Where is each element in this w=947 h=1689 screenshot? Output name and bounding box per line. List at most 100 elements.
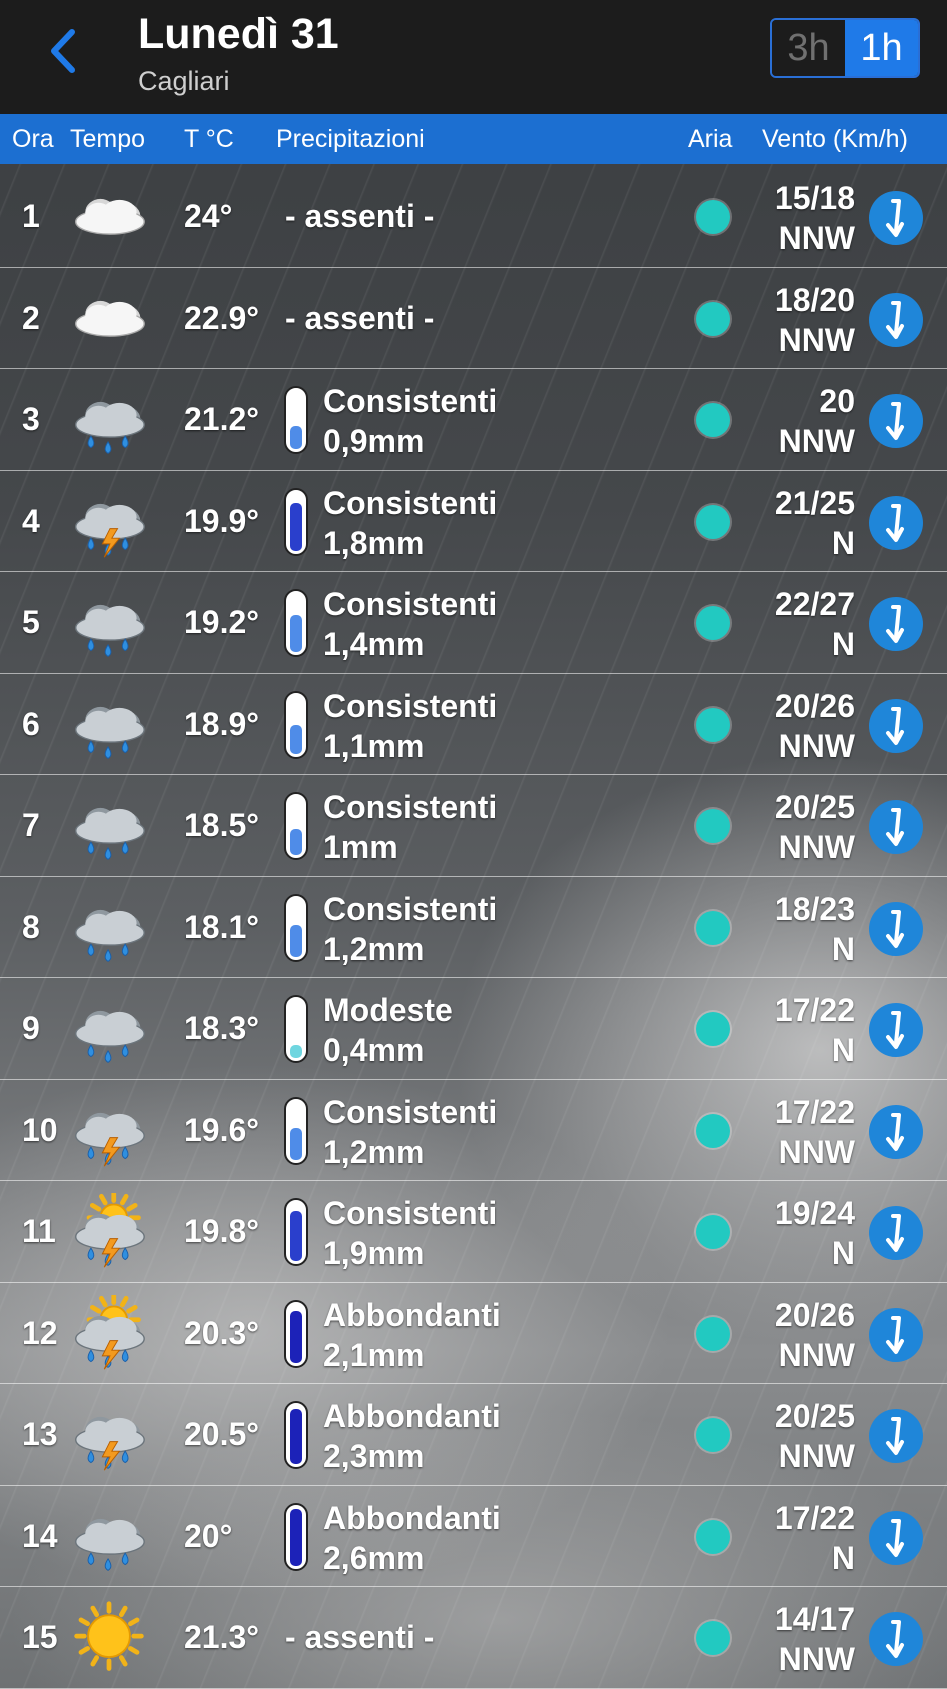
wind-direction-arrow-icon [869, 901, 923, 956]
wind-speed: 21/25 [774, 484, 855, 521]
wind-direction: NNW [778, 321, 855, 358]
temperature: 21.2° [184, 401, 260, 437]
hour-label: 3 [22, 401, 40, 437]
wind-direction: N [831, 930, 855, 967]
hour-row[interactable]: 7 18.5° Consistenti 1mm 20/25 NNW [0, 775, 947, 877]
column-precip: Precipitazioni [276, 125, 425, 153]
temperature: 18.9° [184, 705, 260, 742]
hour-row[interactable]: 12 20.3° Abbondanti 2,1mm 20/26 NNW [0, 1283, 947, 1384]
rain-icon [68, 686, 150, 764]
air-quality-indicator [696, 1621, 730, 1655]
wind-direction-arrow-icon [869, 1003, 923, 1057]
precipitation-gauge-icon [283, 690, 309, 760]
hour-row[interactable]: 8 18.1° Consistenti 1,2mm 18/23 N [0, 877, 947, 978]
wind-direction-arrow-icon [869, 1612, 923, 1666]
hour-row[interactable]: 13 20.5° Abbondanti 2,3mm 20/25 NNW [0, 1384, 947, 1486]
air-quality-indicator [696, 504, 730, 539]
air-quality-indicator [696, 910, 730, 945]
interval-1h-button[interactable]: 1h [845, 20, 918, 76]
wind-direction: NNW [778, 423, 855, 459]
wind-direction-arrow-icon [869, 1104, 923, 1159]
wind-speed: 18/20 [774, 281, 855, 318]
wind-direction-arrow-icon [869, 1409, 923, 1463]
precipitation-amount: 1,2mm [323, 1133, 425, 1170]
precipitation-label: Abbondanti [323, 1296, 501, 1333]
wind-info: 17/22 N [775, 1498, 855, 1578]
precipitation-gauge-icon [283, 1299, 309, 1369]
rain-icon [68, 584, 150, 662]
top-bar: Lunedì 31 Cagliari 3h 1h [0, 0, 947, 114]
interval-3h-button[interactable]: 3h [772, 20, 845, 76]
air-quality-indicator [696, 1316, 730, 1351]
precipitation-gauge-icon [283, 588, 309, 658]
temperature: 22.9° [184, 299, 260, 336]
precipitation-amount: 0,4mm [323, 1032, 425, 1068]
hour-row[interactable]: 6 18.9° Consistenti 1,1mm 20/26 NNW [0, 674, 947, 775]
wind-speed: 20 [819, 383, 855, 419]
wind-direction: N [831, 1032, 855, 1068]
hour-row[interactable]: 11 19.8° Consistenti 1,9mm 19/24 N [0, 1181, 947, 1283]
temperature: 19.9° [184, 502, 260, 539]
air-quality-indicator [696, 200, 730, 234]
wind-direction: NNW [778, 829, 855, 865]
rain-icon [68, 1498, 150, 1576]
precipitation-label: Consistenti [323, 383, 498, 419]
precipitation-label: Consistenti [323, 890, 498, 927]
wind-info: 17/22 N [775, 990, 855, 1070]
hour-row[interactable]: 1 24° - assenti - 15/18 NNW [0, 166, 947, 268]
air-quality-indicator [696, 606, 730, 640]
precipitation-label: Abbondanti [323, 1499, 501, 1536]
hour-label: 4 [22, 502, 40, 539]
precipitation-gauge-icon [283, 1502, 309, 1572]
precipitation-label: Modeste [323, 992, 453, 1028]
precipitation-gauge-icon [283, 791, 309, 861]
hour-label: 11 [22, 1213, 56, 1249]
hour-row[interactable]: 9 18.3° Modeste 0,4mm 17/22 N [0, 978, 947, 1080]
air-quality-indicator [696, 707, 730, 742]
wind-speed: 15/18 [774, 180, 855, 216]
wind-direction: NNW [778, 1133, 855, 1170]
precipitation-label: - assenti - [285, 198, 435, 234]
hour-row[interactable]: 2 22.9° - assenti - 18/20 NNW [0, 268, 947, 369]
air-quality-indicator [696, 301, 730, 336]
wind-direction: N [831, 1539, 855, 1576]
wind-direction: NNW [778, 727, 855, 764]
wind-direction: N [831, 524, 855, 561]
temperature: 19.8° [184, 1213, 260, 1249]
precipitation-label: Consistenti [323, 1093, 498, 1130]
precipitation-amount: 1,4mm [323, 626, 425, 662]
wind-info: 20/26 NNW [775, 1295, 855, 1375]
precipitation-info: Abbondanti 2,6mm [323, 1498, 501, 1578]
hour-row[interactable]: 14 20° Abbondanti 2,6mm 17/22 N [0, 1486, 947, 1587]
wind-info: 14/17 NNW [775, 1599, 855, 1679]
temperature: 19.2° [184, 604, 260, 640]
wind-info: 15/18 NNW [775, 178, 855, 258]
air-quality-indicator [696, 1519, 730, 1554]
sun-thunderstorm-rain-icon [68, 1190, 150, 1271]
wind-direction: NNW [778, 220, 855, 256]
precipitation-info: Consistenti 1,1mm [323, 686, 497, 766]
wind-speed: 14/17 [774, 1601, 855, 1637]
precipitation-info: Consistenti 1,8mm [323, 483, 497, 563]
back-button[interactable] [38, 22, 90, 80]
precipitation-amount: 0,9mm [323, 423, 425, 459]
precipitation-info: Consistenti 1,9mm [323, 1193, 497, 1273]
wind-direction-arrow-icon [869, 292, 923, 347]
hour-label: 2 [22, 299, 40, 336]
hour-label: 9 [22, 1010, 40, 1046]
precipitation-label: Consistenti [323, 789, 498, 825]
hour-row[interactable]: 5 19.2° Consistenti 1,4mm 22/27 N [0, 572, 947, 674]
sun-thunderstorm-rain-icon [68, 1292, 150, 1373]
wind-direction-arrow-icon [869, 1510, 923, 1565]
hour-row[interactable]: 4 19.9° Consistenti 1,8mm 21/25 N [0, 471, 947, 572]
precipitation-info: Consistenti 1,4mm [323, 584, 497, 664]
precipitation-amount: 2,6mm [323, 1539, 425, 1576]
hour-row[interactable]: 10 19.6° Consistenti 1,2mm 17/22 NNW [0, 1080, 947, 1181]
precipitation-info: Consistenti 1,2mm [323, 889, 497, 969]
hour-row[interactable]: 15 21.3° - assenti - 14/17 NNW [0, 1587, 947, 1689]
wind-direction: N [831, 1235, 855, 1271]
wind-speed: 20/26 [774, 1296, 855, 1333]
wind-speed: 17/22 [774, 992, 855, 1028]
hour-row[interactable]: 3 21.2° Consistenti 0,9mm 20 NNW [0, 369, 947, 471]
hour-label: 5 [22, 604, 40, 640]
